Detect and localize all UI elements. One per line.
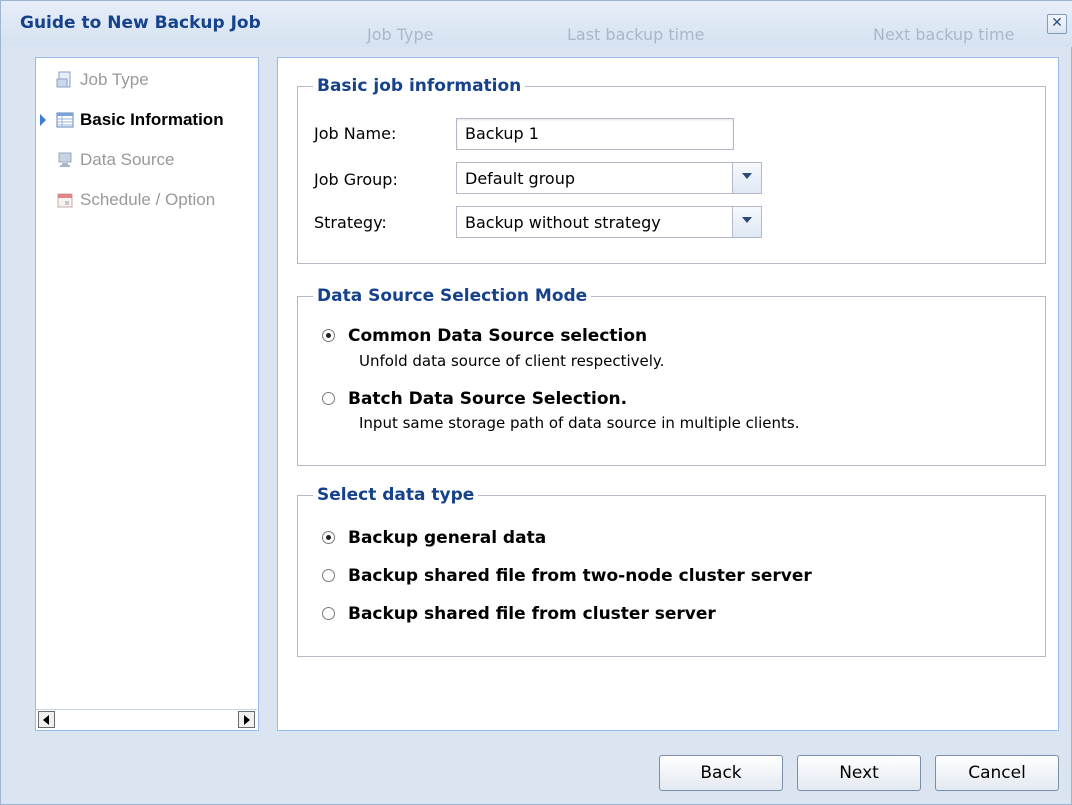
common-data-source-title[interactable]: Common Data Source selection	[348, 326, 647, 346]
common-data-source-radio[interactable]	[322, 329, 335, 342]
job-group-value: Default group	[465, 169, 576, 188]
nav-item-label: Job Type	[80, 70, 149, 89]
nav-item-label: Basic Information	[80, 110, 224, 129]
nav-item-job-type[interactable]: Job Type	[56, 66, 149, 94]
basic-job-information-legend: Basic job information	[317, 76, 522, 96]
table-icon	[56, 111, 74, 129]
chevron-down-icon[interactable]	[732, 207, 761, 237]
select-data-type-legend: Select data type	[317, 485, 475, 505]
job-group-select[interactable]: Default group	[456, 162, 762, 194]
next-button[interactable]: Next	[797, 755, 921, 791]
job-type-icon	[56, 71, 74, 89]
back-button[interactable]: Back	[659, 755, 783, 791]
chevron-down-icon[interactable]	[732, 163, 761, 193]
calendar-icon	[56, 191, 74, 209]
data-source-selection-mode-group: Data Source Selection Mode	[297, 286, 1046, 466]
strategy-label: Strategy:	[314, 213, 387, 232]
scroll-left-icon[interactable]	[38, 711, 55, 728]
nav-horizontal-scrollbar[interactable]	[36, 709, 257, 729]
strategy-select[interactable]: Backup without strategy	[456, 206, 762, 238]
cancel-button[interactable]: Cancel	[935, 755, 1059, 791]
batch-data-source-title[interactable]: Batch Data Source Selection.	[348, 389, 627, 409]
nav-item-label: Schedule / Option	[80, 190, 216, 209]
backup-two-node-cluster-title[interactable]: Backup shared file from two-node cluster…	[348, 566, 812, 586]
backup-two-node-cluster-radio[interactable]	[322, 569, 335, 582]
backup-cluster-server-radio[interactable]	[322, 607, 335, 620]
background-column-header: Job Type	[367, 25, 434, 44]
job-group-label: Job Group:	[314, 170, 398, 189]
job-name-input[interactable]: Backup 1	[456, 118, 734, 150]
nav-item-data-source[interactable]: Data Source	[56, 146, 175, 174]
nav-item-label: Data Source	[80, 150, 175, 169]
common-data-source-desc: Unfold data source of client respectivel…	[359, 352, 665, 370]
backup-general-data-radio[interactable]	[322, 531, 335, 544]
nav-item-schedule-option[interactable]: Schedule / Option	[56, 186, 215, 214]
data-source-selection-mode-legend: Data Source Selection Mode	[317, 286, 588, 306]
strategy-value: Backup without strategy	[465, 213, 661, 232]
backup-job-dialog: Guide to New Backup Job Job Type Last ba…	[0, 0, 1072, 805]
backup-cluster-server-title[interactable]: Backup shared file from cluster server	[348, 604, 716, 624]
scroll-right-icon[interactable]	[238, 711, 255, 728]
wizard-content-panel: Basic job information Job Name: Backup 1…	[277, 57, 1059, 731]
dialog-titlebar[interactable]: Guide to New Backup Job Job Type Last ba…	[1, 1, 1072, 47]
job-name-label: Job Name:	[314, 124, 397, 143]
background-column-header: Last backup time	[567, 25, 705, 44]
batch-data-source-radio[interactable]	[322, 392, 335, 405]
batch-data-source-desc: Input same storage path of data source i…	[359, 414, 800, 432]
current-step-arrow-icon	[40, 114, 46, 126]
dialog-title: Guide to New Backup Job	[20, 13, 261, 33]
monitor-icon	[56, 151, 74, 169]
background-column-header: Next backup time	[873, 25, 1015, 44]
backup-general-data-title[interactable]: Backup general data	[348, 528, 546, 548]
wizard-step-nav: Job Type Basic Information Data Source S…	[35, 57, 259, 731]
close-icon[interactable]: ✕	[1047, 14, 1067, 34]
nav-item-basic-information[interactable]: Basic Information	[40, 106, 224, 134]
